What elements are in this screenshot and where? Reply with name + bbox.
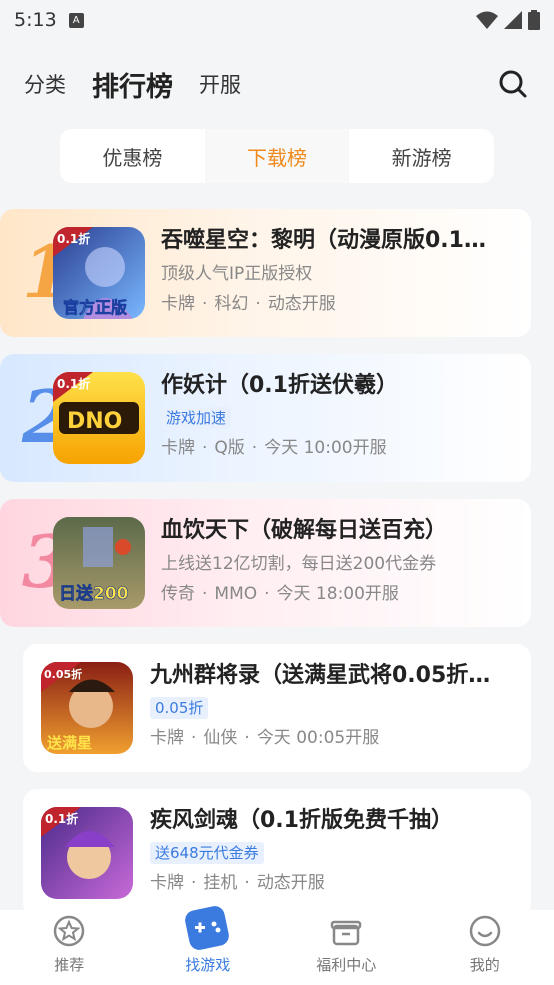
game-tag: 0.05折: [150, 697, 209, 719]
signal-icon: [504, 11, 522, 29]
segment-download[interactable]: 下载榜: [204, 129, 350, 183]
game-meta: 卡牌 · Q版 · 今天 10:00开服: [161, 438, 387, 458]
game-subtitle: 顶级人气IP正版授权: [161, 264, 313, 284]
style-label: Q版: [214, 438, 245, 458]
nav-welfare-label: 福利中心: [316, 956, 377, 974]
search-button[interactable]: [496, 67, 530, 101]
style-label: 仙侠: [203, 728, 238, 748]
status-time: 5:13: [14, 9, 57, 31]
game-icon: 0.05折 送满星: [41, 662, 133, 754]
server-time: 今天 10:00开服: [264, 438, 387, 458]
game-tag: 游戏加速: [161, 407, 232, 429]
game-title: 九州群将录（送满星武将0.05折…: [150, 663, 491, 688]
server-time: 动态开服: [267, 294, 336, 314]
icon-badge: 0.1折: [57, 376, 90, 391]
nav-recommend[interactable]: 推荐: [0, 910, 139, 985]
segment-discount[interactable]: 优惠榜: [60, 129, 205, 183]
tab-ranking[interactable]: 排行榜: [92, 65, 173, 104]
game-title: 吞噬星空：黎明（动漫原版0.1…: [161, 228, 486, 253]
icon-caption: 官方正版: [63, 298, 127, 317]
top-header: 分类 排行榜 开服: [0, 56, 554, 112]
style-label: 科幻: [214, 294, 249, 314]
style-label: 挂机: [203, 873, 238, 893]
nav-mine[interactable]: 我的: [416, 910, 554, 985]
sim-icon: A: [68, 12, 84, 28]
server-time: 动态开服: [256, 873, 325, 893]
bottom-nav: 推荐 找游戏 福利中心 我的: [0, 906, 554, 985]
genre-label: 卡牌: [161, 294, 195, 314]
game-info: 血饮天下（破解每日送百充） 上线送12亿切割，每日送200代金券 传奇 · MMO ·…: [161, 515, 517, 605]
battery-icon: [528, 10, 540, 30]
nav-find-game[interactable]: 找游戏: [139, 906, 278, 985]
game-info: 九州群将录（送满星武将0.05折… 0.05折 卡牌 · 仙侠 · 今天 00:05开服: [150, 660, 517, 749]
game-icon: 日送200: [53, 517, 145, 609]
star-icon: [54, 915, 85, 947]
game-icon: 0.1折 DNO: [53, 372, 145, 464]
game-card-2[interactable]: 2 0.1折 DNO 作妖计（0.1折送伏羲） 游戏加速 卡牌 · Q版 · 今天 10…: [0, 354, 531, 482]
icon-caption: 送满星: [46, 734, 92, 752]
ranking-segment: 优惠榜 下载榜 新游榜: [60, 129, 494, 183]
status-icons: [476, 10, 540, 30]
genre-label: 卡牌: [150, 728, 184, 748]
search-icon: [499, 70, 527, 98]
wifi-icon: [476, 11, 498, 29]
segment-new[interactable]: 新游榜: [349, 129, 494, 183]
nav-mine-label: 我的: [469, 956, 500, 974]
icon-caption: 日送200: [59, 583, 129, 604]
server-time: 今天 18:00开服: [276, 584, 399, 604]
game-info: 疾风剑魂（0.1折版免费千抽） 送648元代金券 卡牌 · 挂机 · 动态开服: [150, 805, 517, 894]
gift-icon: [331, 920, 362, 946]
game-card-3[interactable]: 3 日送200 血饮天下（破解每日送百充） 上线送12亿切割，每日送200代金券…: [0, 499, 531, 627]
genre-label: 传奇: [161, 584, 195, 604]
gamepad-icon: [184, 906, 229, 950]
game-info: 作妖计（0.1折送伏羲） 游戏加速 卡牌 · Q版 · 今天 10:00开服: [161, 370, 517, 459]
game-card-1[interactable]: 1 0.1折 官方正版 吞噬星空：黎明（动漫原版0.1… 顶级人气IP正版授权 …: [0, 209, 531, 337]
nav-find-game-label: 找游戏: [185, 956, 231, 974]
nav-welfare[interactable]: 福利中心: [277, 910, 416, 985]
game-meta: 传奇 · MMO · 今天 18:00开服: [161, 584, 399, 604]
game-title: 血饮天下（破解每日送百充）: [161, 518, 448, 543]
icon-badge: 0.05折: [44, 667, 82, 681]
genre-label: 卡牌: [161, 438, 195, 458]
game-title: 疾风剑魂（0.1折版免费千抽）: [150, 808, 453, 833]
game-meta: 卡牌 · 仙侠 · 今天 00:05开服: [150, 728, 380, 748]
game-meta: 卡牌 · 挂机 · 动态开服: [150, 873, 325, 893]
game-icon: 0.1折: [41, 807, 133, 899]
tab-server-open[interactable]: 开服: [199, 69, 241, 99]
game-card-4[interactable]: 0.05折 送满星 九州群将录（送满星武将0.05折… 0.05折 卡牌 · 仙侠 ·…: [23, 644, 531, 772]
game-info: 吞噬星空：黎明（动漫原版0.1… 顶级人气IP正版授权 卡牌 · 科幻 · 动态开服: [161, 225, 517, 315]
genre-label: 卡牌: [150, 873, 184, 893]
icon-caption: DNO: [67, 409, 122, 434]
server-time: 今天 00:05开服: [256, 728, 380, 748]
game-icon: 0.1折 官方正版: [53, 227, 145, 319]
nav-recommend-label: 推荐: [54, 956, 85, 974]
smile-icon: [469, 915, 500, 947]
game-subtitle: 上线送12亿切割，每日送200代金券: [161, 554, 437, 574]
game-meta: 卡牌 · 科幻 · 动态开服: [161, 294, 336, 314]
tab-category[interactable]: 分类: [24, 69, 66, 99]
icon-badge: 0.1折: [57, 231, 90, 246]
game-card-5[interactable]: 0.1折 疾风剑魂（0.1折版免费千抽） 送648元代金券 卡牌 · 挂机 · 动态开服: [23, 789, 531, 917]
status-bar: 5:13 A: [0, 0, 554, 40]
icon-badge: 0.1折: [45, 811, 78, 826]
game-title: 作妖计（0.1折送伏羲）: [161, 373, 398, 398]
game-tag: 送648元代金券: [150, 842, 264, 864]
style-label: MMO: [214, 584, 258, 604]
